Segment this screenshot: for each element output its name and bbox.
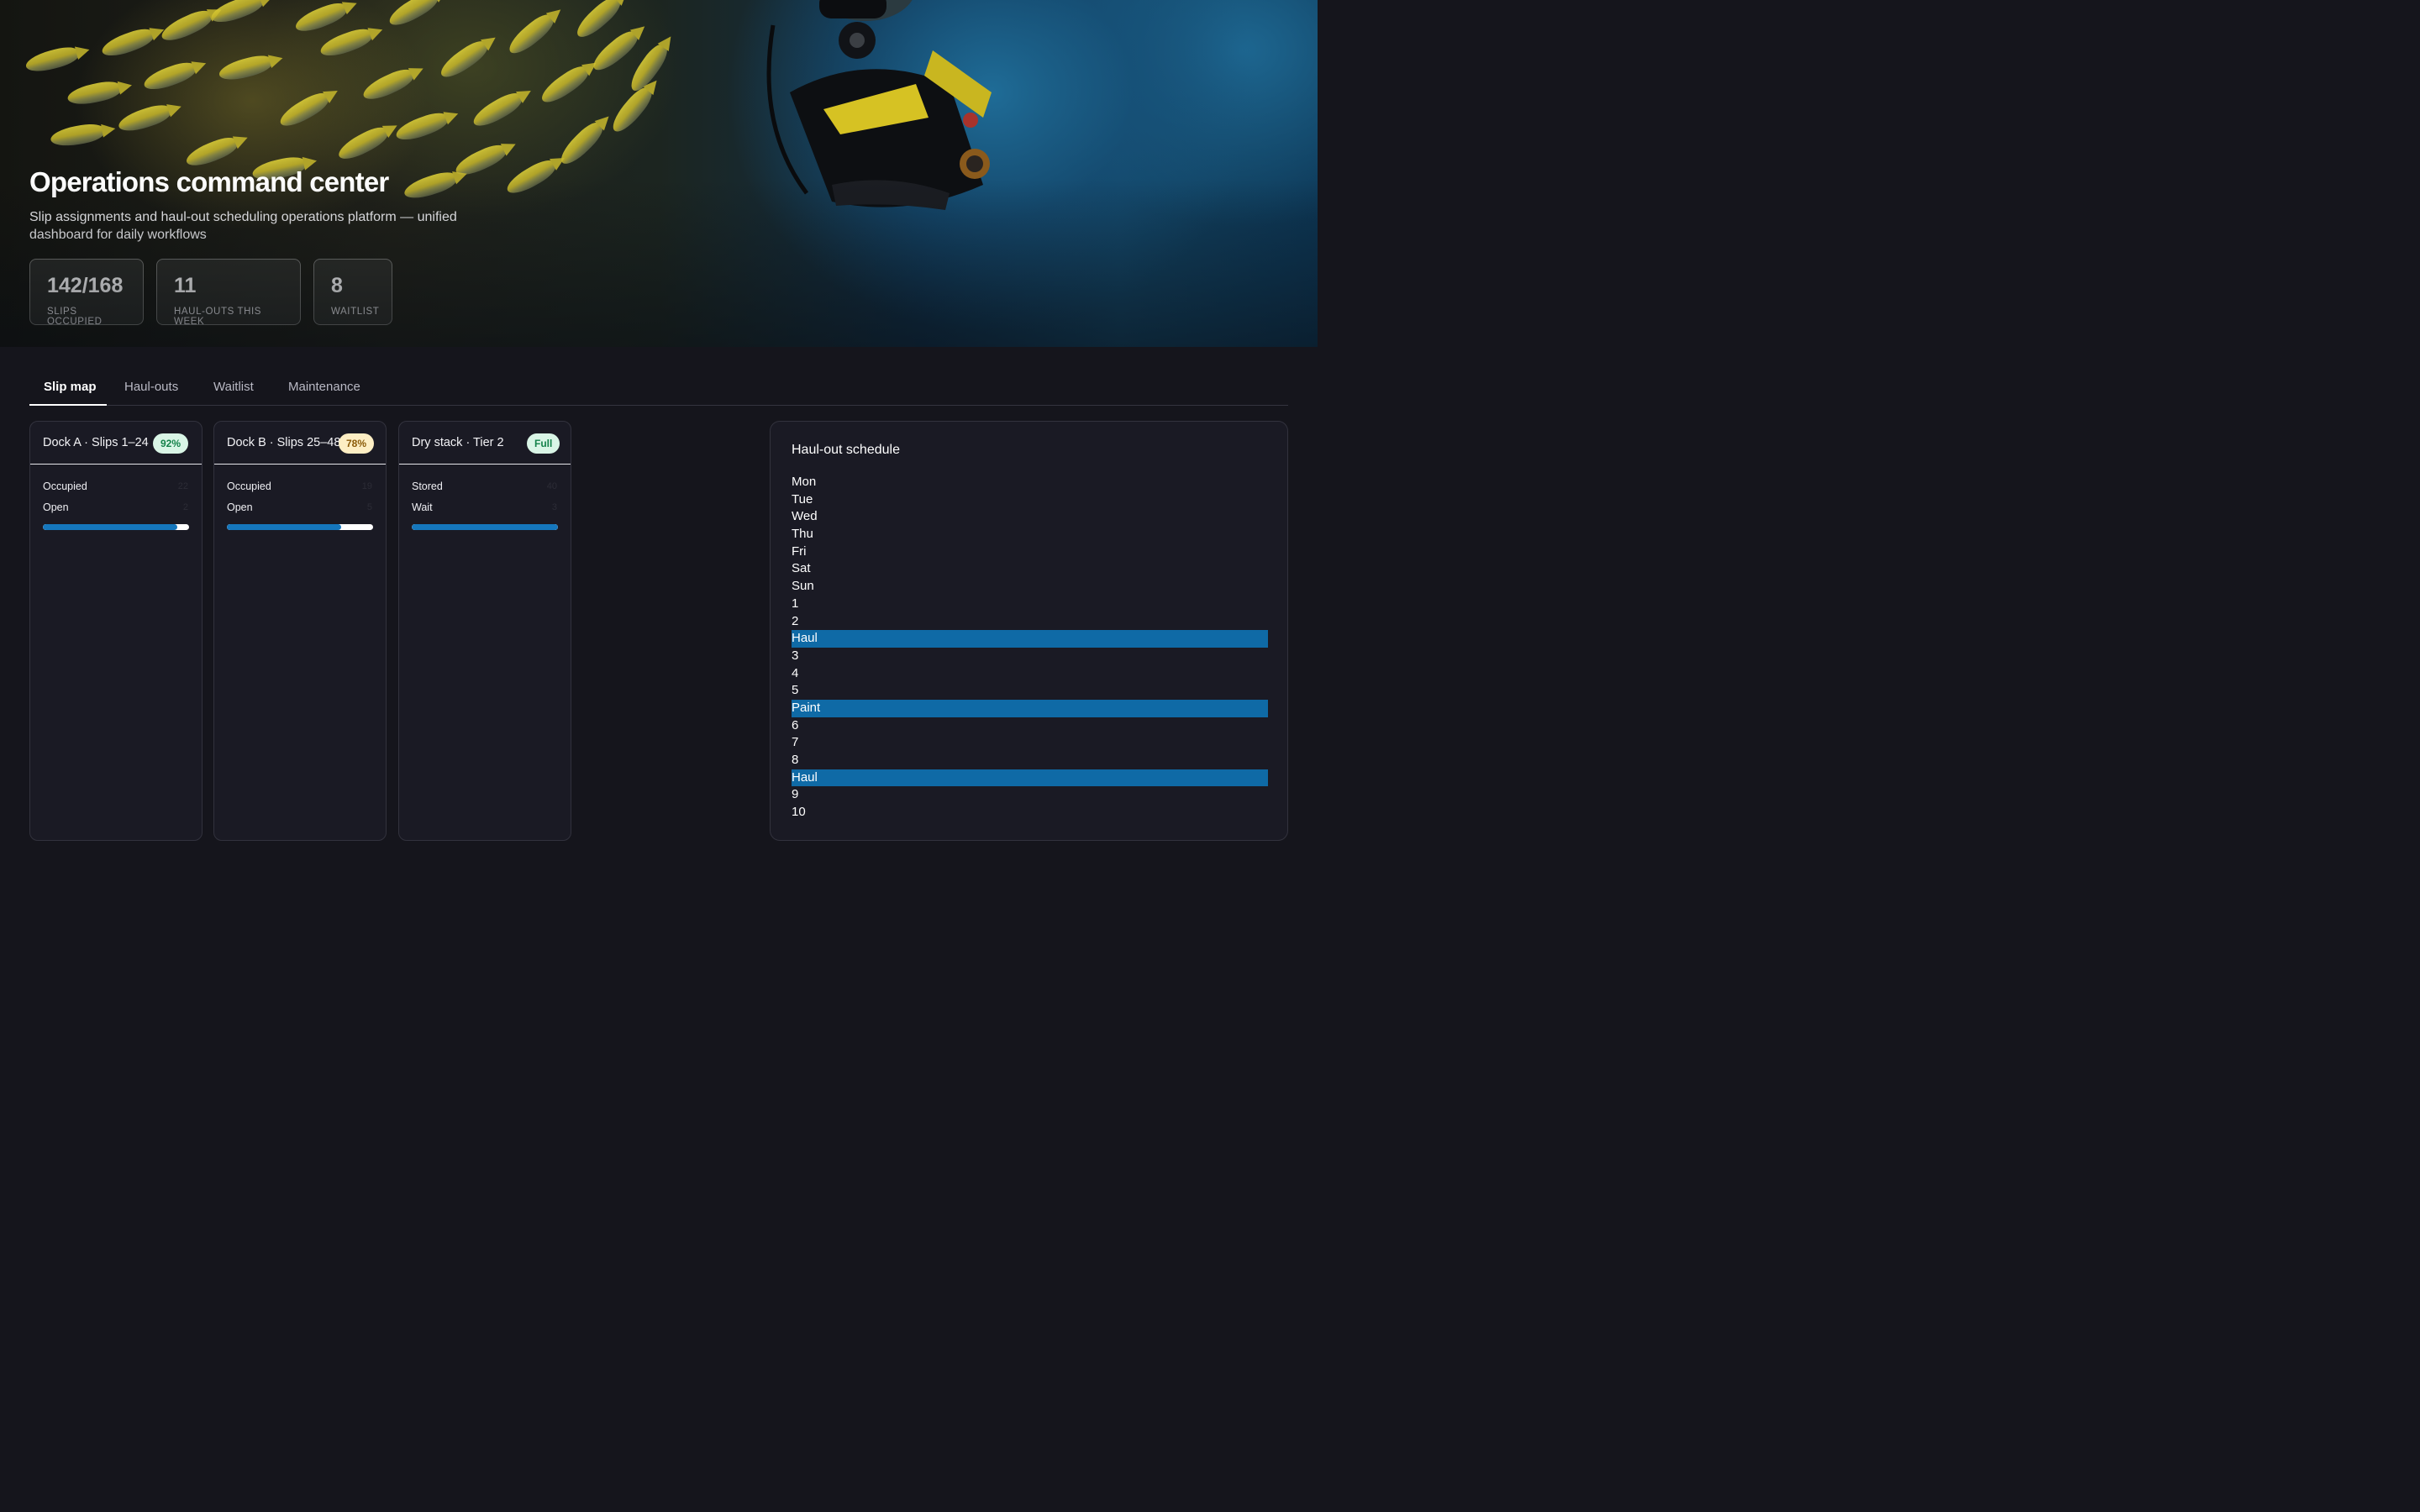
schedule-item: 8	[792, 753, 799, 767]
schedule-item: Tue	[792, 491, 813, 507]
schedule-item: Thu	[792, 527, 813, 542]
progress-fill	[412, 524, 558, 530]
schedule-item: 10	[792, 805, 806, 820]
schedule-item: Fri	[792, 543, 807, 559]
row-label-open: Open	[43, 501, 69, 513]
schedule-item: 5	[792, 683, 799, 698]
fish-shape	[116, 101, 173, 136]
fish-shape	[292, 0, 350, 37]
occupancy-badge: 78%	[339, 433, 375, 454]
card-header: Dock B · Slips 25–48 78%	[214, 422, 386, 465]
schedule-item: 9	[792, 787, 799, 802]
schedule-event[interactable]: Haul	[792, 769, 1268, 787]
card-title: Dock A · Slips 1–24	[43, 436, 149, 449]
page-subtitle: Slip assignments and haul-out scheduling…	[29, 210, 457, 242]
schedule-item: Mon	[792, 475, 817, 489]
occupancy-progress-bar	[412, 524, 558, 530]
schedule-item: Wed	[792, 509, 818, 524]
stat-value: 8	[331, 274, 343, 297]
card-header: Dry stack · Tier 2 Full	[399, 422, 571, 465]
fish-shape	[385, 0, 442, 31]
schedule-item: Sun	[792, 579, 814, 594]
schedule-item: 4	[792, 665, 799, 680]
schedule-event[interactable]: Haul	[792, 630, 1268, 648]
stat-card-haul-outs: 11 HAUL-OUTS THIS WEEK	[156, 259, 301, 327]
fish-shape	[393, 108, 450, 145]
row-value-occupied: 22	[177, 481, 188, 491]
schedule-item: 6	[792, 717, 799, 732]
fish-shape	[217, 52, 274, 84]
stat-label: SLIPS OCCUPIED	[47, 307, 103, 327]
schedule-item: 1	[792, 596, 799, 611]
fish-shape	[360, 65, 417, 105]
fish-shape	[24, 44, 81, 76]
card-header: Dock A · Slips 1–24 92%	[30, 422, 202, 465]
row-value-stored: 40	[546, 481, 557, 491]
card-title: Dry stack · Tier 2	[412, 436, 504, 449]
dock-card-b[interactable]: Dock B · Slips 25–48 78% Occupied 19 Ope…	[213, 421, 387, 841]
occupancy-progress-bar	[43, 524, 189, 530]
progress-fill	[227, 524, 341, 530]
progress-fill	[43, 524, 178, 530]
tab-haul-outs[interactable]: Haul-outs	[124, 370, 178, 406]
fish-shape	[276, 88, 333, 132]
schedule-event[interactable]: Paint	[792, 699, 1268, 717]
schedule-item: 3	[792, 648, 799, 663]
fish-shape	[502, 155, 560, 199]
fish-shape	[504, 10, 558, 59]
schedule-list: Mon Tue Wed Thu Fri Sat Sun 1 2 Haul 3 4 5 Paint 6 7 8 Ha…	[792, 474, 1268, 822]
fish-shape	[608, 83, 656, 137]
dry-stack-card[interactable]: Dry stack · Tier 2 Full Stored 40 Wait 3	[398, 421, 571, 841]
row-value-wait: 3	[551, 502, 557, 512]
tab-slip-map[interactable]: Slip map	[29, 370, 107, 406]
fish-shape	[183, 133, 240, 171]
occupancy-progress-bar	[227, 524, 373, 530]
haul-out-schedule-panel: Haul-out schedule Mon Tue Wed Thu Fri Sat Sun 1…	[770, 421, 1288, 841]
schedule-item: 2	[792, 613, 799, 628]
fish-shape	[402, 168, 459, 203]
fish-shape	[66, 78, 123, 108]
row-label-occupied: Occupied	[43, 480, 87, 492]
row-label-stored: Stored	[412, 480, 443, 492]
fish-shape	[469, 88, 526, 132]
diver-illustration	[766, 0, 992, 210]
fish-shape	[571, 0, 625, 43]
fish-shape	[318, 24, 375, 61]
tab-maintenance[interactable]: Maintenance	[288, 370, 360, 406]
stat-card-slips-occupied: 142/168 SLIPS OCCUPIED	[29, 259, 144, 327]
fish-shape	[49, 121, 106, 150]
row-value-occupied: 19	[361, 481, 372, 491]
schedule-item: Sat	[792, 561, 811, 576]
tab-bar: Slip map Haul-outs Waitlist Maintenance	[29, 370, 1288, 406]
hero-banner: Operations command center Slip assignmen…	[0, 0, 1318, 347]
card-title: Dock B · Slips 25–48	[227, 436, 341, 449]
stat-label: HAUL-OUTS THIS WEEK	[174, 307, 262, 327]
row-label-occupied: Occupied	[227, 480, 271, 492]
stat-value: 11	[174, 274, 197, 297]
stat-value: 142/168	[47, 274, 124, 297]
fish-shape	[99, 24, 156, 61]
stat-label: WAITLIST	[331, 307, 380, 317]
schedule-item: 7	[792, 735, 799, 750]
row-label-wait: Wait	[412, 501, 433, 513]
panel-title: Haul-out schedule	[792, 443, 900, 457]
occupancy-badge: Full	[527, 433, 560, 454]
row-label-open: Open	[227, 501, 253, 513]
fish-shape	[436, 36, 492, 83]
fish-shape	[141, 58, 198, 95]
page-title: Operations command center	[29, 166, 389, 197]
dock-card-a[interactable]: Dock A · Slips 1–24 92% Occupied 22 Open…	[29, 421, 203, 841]
row-value-open: 2	[182, 502, 188, 512]
fish-shape	[537, 61, 592, 108]
fish-shape	[588, 27, 642, 76]
stat-card-waitlist: 8 WAITLIST	[313, 259, 392, 325]
fish-shape	[158, 6, 215, 46]
fish-shape	[334, 123, 392, 165]
tab-waitlist[interactable]: Waitlist	[213, 370, 254, 406]
occupancy-badge: 92%	[153, 433, 189, 454]
row-value-open: 5	[366, 502, 372, 512]
